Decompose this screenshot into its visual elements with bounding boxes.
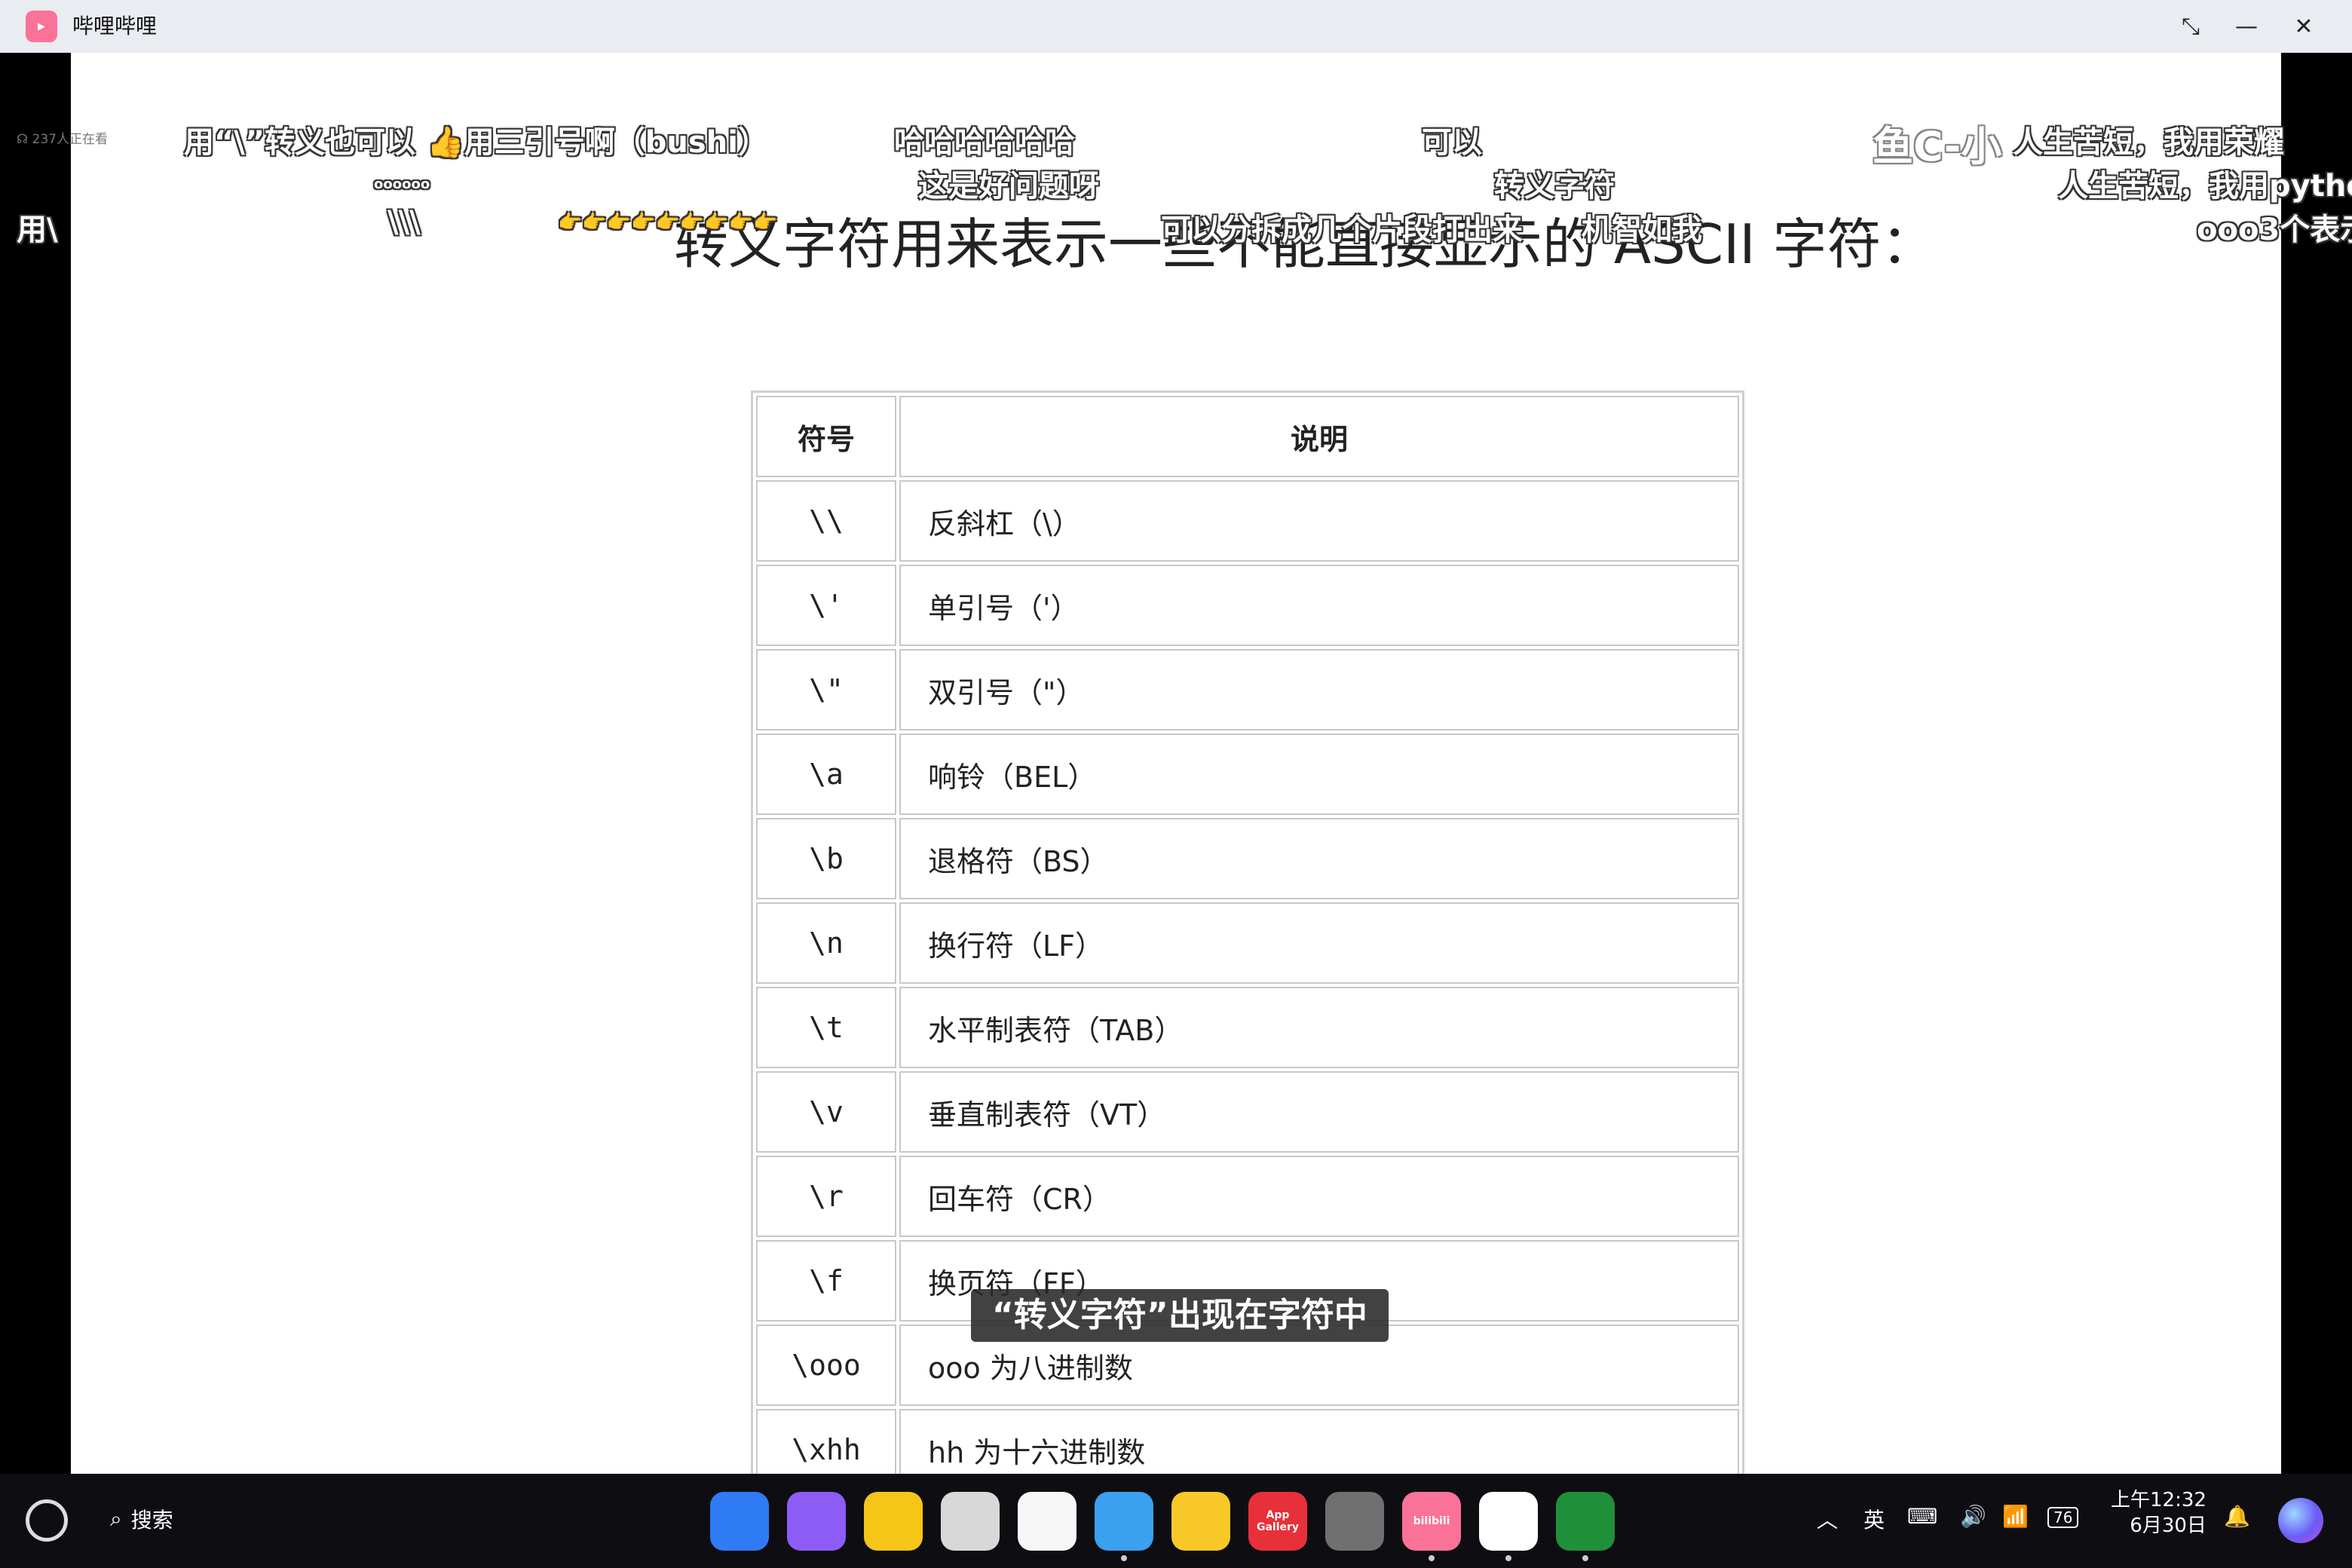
app-gallery-icon[interactable]: App Gallery — [1248, 1492, 1307, 1551]
restore-icon[interactable]: ⤡ — [2168, 8, 2213, 45]
volume-icon[interactable]: 🔊 — [1960, 1504, 1986, 1529]
start-button[interactable] — [26, 1499, 68, 1542]
danmaku: 转义字符 — [1494, 169, 1615, 204]
danmaku: 人生苦短，我用荣耀 — [2013, 125, 2284, 160]
table-row: \a 响铃（BEL） — [756, 733, 1739, 815]
ime-indicator[interactable]: 英 — [1864, 1504, 1885, 1534]
window-title: 哔哩哔哩 — [72, 14, 158, 38]
danmaku: 可以 — [1422, 125, 1482, 160]
escape-description: 反斜杠（\） — [899, 480, 1739, 562]
clock-time: 上午12:32 — [2111, 1489, 2207, 1511]
danmaku: 这是好问题呀 — [918, 169, 1099, 204]
tray-expand-icon[interactable]: ︿ — [1817, 1504, 1838, 1534]
danmaku: 鱼C-小 — [1873, 123, 2002, 170]
running-indicator — [1121, 1555, 1127, 1561]
multitask-icon[interactable] — [787, 1492, 846, 1551]
danmaku: 用“\”转义也可以 — [184, 125, 416, 160]
running-indicator — [1429, 1555, 1435, 1561]
table-row: \n 换行符（LF） — [756, 902, 1739, 984]
danmaku: oooooo — [374, 176, 430, 192]
wechat-work-icon[interactable] — [1556, 1492, 1615, 1561]
danmaku: 哈哈哈哈哈哈 — [894, 125, 1075, 160]
bilibili-label: bilibili — [1413, 1515, 1450, 1527]
recycle-bin-icon[interactable] — [941, 1492, 1000, 1551]
browser-icon[interactable] — [1095, 1492, 1153, 1561]
table-header-desc: 说明 — [899, 396, 1739, 477]
escape-description: 换行符（LF） — [899, 902, 1739, 984]
table-row: \" 双引号（"） — [756, 649, 1739, 730]
search-label: 搜索 — [130, 1508, 173, 1533]
minimize-button[interactable]: — — [2224, 8, 2269, 45]
escape-symbol: \t — [756, 987, 896, 1068]
escape-description: 水平制表符（TAB） — [899, 987, 1739, 1068]
danmaku: 人生苦短，我用pytho — [2058, 169, 2352, 204]
table-row: \' 单引号（'） — [756, 565, 1739, 646]
escape-symbol: \ooo — [756, 1325, 896, 1406]
table-row: \\ 反斜杠（\） — [756, 480, 1739, 562]
settings-icon[interactable] — [1325, 1492, 1384, 1551]
table-row: \r 回车符（CR） — [756, 1156, 1739, 1237]
escape-symbol: \a — [756, 733, 896, 815]
battery-icon[interactable]: 76 — [2047, 1507, 2079, 1528]
escape-symbol: \n — [756, 902, 896, 984]
video-subtitle: “转义字符”出现在字符中 — [971, 1289, 1389, 1342]
danmaku: ooo3个表示 — [2197, 213, 2352, 247]
clock-date: 6月30日 — [2130, 1514, 2207, 1537]
danmaku: 可以分拆成几个片段打出来 — [1161, 213, 1523, 247]
table-row: \v 垂直制表符（VT） — [756, 1071, 1739, 1153]
escape-symbol: \xhh — [756, 1409, 896, 1474]
escape-symbol: \r — [756, 1156, 896, 1237]
close-button[interactable]: ✕ — [2281, 8, 2326, 45]
danmaku: 用\ — [17, 213, 58, 247]
escape-symbol: \v — [756, 1071, 896, 1153]
escape-description: 退格符（BS） — [899, 818, 1739, 899]
escape-description: 回车符（CR） — [899, 1156, 1739, 1237]
escape-description: 双引号（"） — [899, 649, 1739, 730]
danmaku: 👍用三引号啊（bushi） — [427, 125, 768, 160]
assistant-orb-icon[interactable] — [2278, 1498, 2323, 1543]
viewer-count: ☊ 237人正在看 — [17, 132, 108, 147]
running-indicator — [1505, 1555, 1511, 1561]
window-titlebar: ▶ 哔哩哔哩 ⤡ — ✕ — [0, 0, 2352, 53]
gallery-icon[interactable] — [1018, 1492, 1076, 1551]
search-icon: ⌕ — [110, 1506, 122, 1531]
bilibili-logo-icon: ▶ — [26, 11, 57, 42]
qq-icon[interactable] — [1479, 1492, 1538, 1561]
running-indicator — [1582, 1555, 1588, 1561]
escape-description: hh 为十六进制数 — [899, 1409, 1739, 1474]
keyboard-icon[interactable]: ⌨ — [1907, 1504, 1937, 1529]
apps-grid-icon[interactable] — [710, 1492, 769, 1551]
table-row: \t 水平制表符（TAB） — [756, 987, 1739, 1068]
clock[interactable]: 上午12:32 6月30日 — [2111, 1487, 2207, 1539]
danmaku: 机智如我 — [1582, 213, 1702, 247]
danmaku: \\\ — [387, 205, 421, 240]
lecture-slide: 转义字符用来表示一些不能直接显示的 ASCII 字符： 符号 说明 \\ 反斜杠（… — [71, 53, 2281, 1474]
escape-symbol: \b — [756, 818, 896, 899]
escape-description: 响铃（BEL） — [899, 733, 1739, 815]
taskbar: ⌕ 搜索 App Gallery bilibili ︿ 英 ⌨ 🔊 📶 76 上午… — [0, 1474, 2352, 1568]
escape-description: 垂直制表符（VT） — [899, 1071, 1739, 1153]
escape-symbol: \\ — [756, 480, 896, 562]
danmaku: 👉👉👉👉👉👉👉👉👉 — [558, 211, 778, 234]
escape-symbol: \' — [756, 565, 896, 646]
files-icon[interactable] — [864, 1492, 923, 1551]
table-row: \xhh hh 为十六进制数 — [756, 1409, 1739, 1474]
table-row: \b 退格符（BS） — [756, 818, 1739, 899]
wifi-icon[interactable]: 📶 — [2002, 1504, 2029, 1529]
bilibili-icon[interactable]: bilibili — [1402, 1492, 1461, 1561]
dock: App Gallery bilibili — [710, 1492, 1615, 1561]
escape-symbol: \" — [756, 649, 896, 730]
video-player[interactable]: 转义字符用来表示一些不能直接显示的 ASCII 字符： 符号 说明 \\ 反斜杠（… — [0, 53, 2352, 1474]
taskbar-search[interactable]: ⌕ 搜索 — [110, 1504, 173, 1534]
notification-bell-icon[interactable]: 🔔 — [2224, 1504, 2250, 1529]
app-gallery-label: App Gallery — [1256, 1509, 1300, 1533]
escape-description: 单引号（'） — [899, 565, 1739, 646]
table-header-symbol: 符号 — [756, 396, 896, 477]
escape-symbol: \f — [756, 1240, 896, 1321]
notes-icon[interactable] — [1171, 1492, 1230, 1551]
